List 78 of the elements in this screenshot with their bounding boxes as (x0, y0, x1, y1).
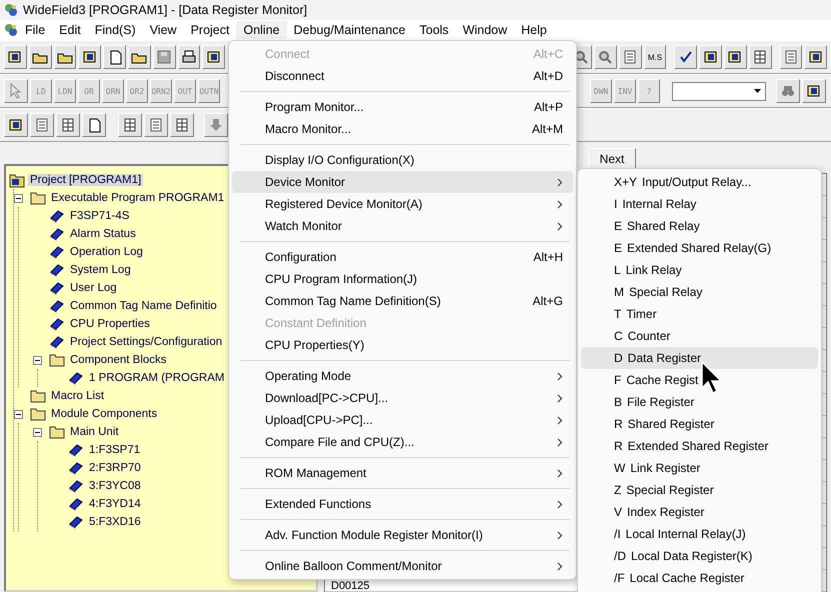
tree-item[interactable]: Module Components (49, 408, 160, 420)
tree-item[interactable]: 3:F3YC08 (87, 480, 143, 492)
tree-item[interactable]: Component Blocks (68, 354, 169, 366)
tree-item[interactable]: User Log (68, 282, 119, 294)
menu-item[interactable]: Compare File and CPU(Z)... (232, 431, 573, 453)
menu-item[interactable]: Extended Functions (232, 493, 573, 515)
tree-item[interactable]: Operation Log (68, 246, 145, 258)
menu-item[interactable]: Edit (52, 21, 88, 39)
menu-item[interactable]: Online (236, 21, 287, 39)
menu-item[interactable]: R Extended Shared Register (581, 435, 818, 457)
menu-item[interactable]: File (18, 21, 52, 39)
tree-item[interactable]: 4:F3YD14 (87, 498, 143, 510)
tree-item[interactable]: Project [PROGRAM1] (28, 174, 144, 186)
row-header: D00125 (331, 581, 371, 592)
menu-item[interactable]: Device Monitor (232, 171, 573, 193)
menu-item[interactable]: F Cache Regist (581, 369, 818, 391)
menu-item[interactable]: Z Special Register (581, 479, 818, 501)
menu-item[interactable]: Display I/O Configuration(X) (232, 149, 573, 171)
menu-item[interactable]: Operating Mode (232, 365, 573, 387)
menu-item[interactable]: Download[PC->CPU]... (232, 387, 573, 409)
menu-item[interactable]: E Shared Relay (581, 215, 818, 237)
shortcut-label: Alt+D (533, 69, 563, 83)
tree-item[interactable]: 2:F3RP70 (87, 462, 143, 474)
menu-item[interactable]: Common Tag Name Definition(S) Alt+G (232, 290, 573, 312)
menu-item[interactable]: W Link Register (581, 457, 818, 479)
tree-item[interactable]: System Log (68, 264, 133, 276)
menu-item[interactable]: T Timer (581, 303, 818, 325)
menu-item[interactable]: /I Local Internal Relay(J) (581, 523, 818, 545)
tree-item[interactable]: Macro List (49, 390, 106, 402)
shortcut-label: Alt+G (532, 294, 563, 308)
tree-item[interactable]: 1 PROGRAM (PROGRAM (87, 372, 226, 384)
menu-item[interactable]: /F Local Cache Register (581, 567, 818, 589)
menu-item[interactable]: Configuration Alt+H (232, 246, 573, 268)
menu-item[interactable]: /D Local Data Register(K) (581, 545, 818, 567)
menu-item[interactable]: M Special Relay (581, 281, 818, 303)
menu-item[interactable]: ROM Management (232, 462, 573, 484)
toolbar-button[interactable]: M.S (644, 45, 666, 69)
tree-item[interactable]: 1:F3SP71 (87, 444, 142, 456)
tree-item[interactable]: Common Tag Name Definitio (68, 300, 219, 312)
tree-item[interactable]: F3SP71-4S (68, 210, 132, 222)
menu-item[interactable]: L Link Relay (581, 259, 818, 281)
tree-item[interactable]: Project Settings/Configuration (68, 336, 224, 348)
menu-item[interactable]: CPU Properties(Y) (232, 334, 573, 356)
tree-item[interactable]: Main Unit (68, 426, 121, 438)
menu-item[interactable]: Macro Monitor... Alt+M (232, 118, 573, 140)
menu-item[interactable]: Adv. Function Module Register Monitor(I) (232, 524, 573, 546)
menu-item[interactable]: Help (514, 21, 554, 39)
menu-item[interactable]: R Shared Register (581, 413, 818, 435)
shortcut-label: Alt+H (533, 250, 563, 264)
menu-item[interactable]: Online Balloon Comment/Monitor (232, 555, 573, 577)
menu-item[interactable]: Disconnect Alt+D (232, 65, 573, 87)
tree-item[interactable]: Alarm Status (68, 228, 138, 240)
menu-item[interactable]: Registered Device Monitor(A) (232, 193, 573, 215)
shortcut-label: Alt+P (534, 100, 563, 114)
tree-item[interactable]: CPU Properties (68, 318, 152, 330)
menu-item[interactable]: C Counter (581, 325, 818, 347)
menu-item[interactable]: Program Monitor... Alt+P (232, 96, 573, 118)
menu-item[interactable]: V Index Register (581, 501, 818, 523)
menu-item[interactable]: I Internal Relay (581, 193, 818, 215)
menu-item[interactable]: Watch Monitor (232, 215, 573, 237)
menu-item[interactable]: Tools (412, 21, 456, 39)
menu-item[interactable]: CPU Program Information(J) (232, 268, 573, 290)
menu-item[interactable]: Find(S) (88, 21, 143, 39)
next-button[interactable]: Next (588, 148, 636, 169)
menu-item[interactable]: Project (184, 21, 236, 39)
menu-item[interactable]: E Extended Shared Relay(G) (581, 237, 818, 259)
menu-item[interactable]: Window (456, 21, 514, 39)
tree-item[interactable]: Executable Program PROGRAM1 (49, 192, 226, 204)
shortcut-label: Alt+C (533, 47, 563, 61)
menu-item[interactable]: Upload[CPU->PC]... (232, 409, 573, 431)
menu-item[interactable]: View (142, 21, 184, 39)
menu-item[interactable]: X+Y Input/Output Relay... (581, 171, 818, 193)
shortcut-label: Alt+M (532, 122, 563, 136)
menu-item[interactable]: Debug/Maintenance (286, 21, 412, 39)
menu-item[interactable]: B File Register (581, 391, 818, 413)
menu-item[interactable]: D Data Register (581, 347, 818, 369)
window-title: WideField3 [PROGRAM1] - [Data Register Monitor] (23, 3, 308, 17)
tree-item[interactable]: 5:F3XD16 (87, 516, 143, 528)
